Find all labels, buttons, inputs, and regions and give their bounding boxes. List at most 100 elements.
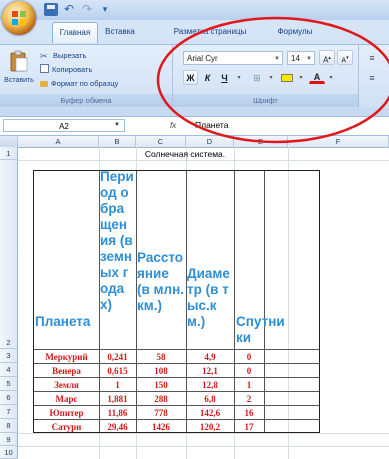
tab-page-layout[interactable]: Разметка страницы [170,22,250,42]
table-cell[interactable]: Земля [34,380,99,390]
fx-icon[interactable]: fx [170,119,176,132]
chevron-down-icon[interactable]: ▾ [267,70,275,85]
cut-button[interactable]: ✂ Вырезать [40,49,86,62]
table-cell[interactable]: 6,8 [186,394,234,404]
ribbon-groups: Вставить ✂ Вырезать Копировать Формат по … [0,44,389,108]
font-size-select[interactable]: 14 ▼ [287,51,315,65]
select-all-corner[interactable] [0,136,18,147]
align-top-icon[interactable]: ≡ [365,50,379,65]
table-cell[interactable]: 4,9 [186,352,234,362]
row-header-1[interactable]: 1 [0,147,18,160]
table-cell[interactable]: 0 [234,366,264,376]
save-icon[interactable] [44,3,58,16]
row-header-8[interactable]: 8 [0,419,18,433]
spreadsheet-grid[interactable]: A B C D E F 1 2 3 4 5 6 7 8 9 10 Солнечн… [0,136,389,459]
font-color-icon[interactable]: A [309,70,325,84]
table-cell[interactable]: 1,881 [99,394,136,404]
table-cell[interactable]: Марс [34,394,99,404]
header-cell-planet[interactable]: Планета [35,314,97,330]
chevron-down-icon[interactable]: ▾ [327,70,335,85]
chevron-down-icon[interactable]: ▼ [114,119,120,132]
name-box[interactable]: A2 [3,119,125,132]
chevron-down-icon[interactable]: ▾ [235,70,243,85]
gridline [18,446,389,447]
table-cell[interactable]: Юпитер [34,408,99,418]
column-header-b[interactable]: B [99,136,136,147]
chevron-down-icon: ▼ [306,56,312,62]
row-header-4[interactable]: 4 [0,363,18,377]
table-cell[interactable]: 1 [234,380,264,390]
table-cell[interactable]: 2 [234,394,264,404]
row-header-5[interactable]: 5 [0,377,18,391]
header-cell-period[interactable]: Период обращения (в земных годах) [100,169,134,313]
table-cell[interactable]: 120,2 [186,422,234,432]
table-cell[interactable]: 0 [234,352,264,362]
table-cell[interactable]: Венера [34,366,99,376]
table-cell[interactable]: 17 [234,422,264,432]
tab-insert[interactable]: Вставка [100,22,140,42]
table-cell[interactable]: 1426 [136,422,186,432]
format-painter-button[interactable]: Формат по образцу [40,77,118,90]
row-header-9[interactable]: 9 [0,433,18,446]
table-cell[interactable]: 150 [136,380,186,390]
formula-input[interactable]: Планета [195,119,228,132]
column-header-c[interactable]: C [136,136,186,147]
table-cell[interactable]: 778 [136,408,186,418]
tab-formulas[interactable]: Формулы [270,22,320,42]
table-cell[interactable]: 58 [136,352,186,362]
gridline [18,433,389,434]
table-rule [33,419,320,420]
title-bar: ↶ ↷ ▾ [0,0,389,20]
underline-button[interactable]: Ч [217,70,232,85]
paste-button[interactable]: Вставить [2,48,36,90]
table-cell[interactable]: 0,241 [99,352,136,362]
table-cell[interactable]: Сатурн [34,422,99,432]
row-header-3[interactable]: 3 [0,349,18,363]
table-cell[interactable]: 142,6 [186,408,234,418]
alignment-group: ≡ ≡ [359,45,389,108]
table-cell[interactable]: 108 [136,366,186,376]
table-rule [33,363,320,364]
row-header-10[interactable]: 10 [0,446,18,459]
fill-color-icon[interactable] [279,70,295,85]
column-header-a[interactable]: A [18,136,99,147]
font-name-select[interactable]: Arial Cyr ▼ [183,51,283,65]
table-cell[interactable]: 12,1 [186,366,234,376]
column-header-e[interactable]: E [234,136,288,147]
header-cell-distance[interactable]: Расстояние (в млн.км.) [137,250,185,314]
shrink-font-button[interactable]: A▾ [337,50,353,65]
table-cell[interactable]: 1 [99,380,136,390]
header-cell-satellites[interactable]: Спутники [236,314,288,346]
column-header-f[interactable]: F [288,136,389,147]
borders-icon[interactable]: ⊞ [249,70,265,85]
column-header-d[interactable]: D [186,136,234,147]
sheet-title-cell[interactable]: Солнечная система. [100,148,270,161]
table-rule [33,377,320,378]
header-cell-diameter[interactable]: Диаметр (в тыс.км.) [187,266,233,330]
tab-home[interactable]: Главная [52,22,98,43]
table-cell[interactable]: 288 [136,394,186,404]
bold-button[interactable]: Ж [183,70,198,85]
table-cell[interactable]: 0,615 [99,366,136,376]
chevron-down-icon[interactable]: ▾ [98,3,112,16]
column-headers: A B C D E F [0,136,389,148]
italic-button[interactable]: К [200,70,215,85]
row-header-2[interactable]: 2 [0,160,18,349]
row-header-7[interactable]: 7 [0,405,18,419]
table-cell[interactable]: 29,46 [99,422,136,432]
redo-icon[interactable]: ↷ [80,3,94,16]
align-left-icon[interactable]: ≡ [365,70,379,85]
scissors-icon: ✂ [40,51,48,61]
table-cell[interactable]: Меркурий [34,352,99,362]
row-header-6[interactable]: 6 [0,391,18,405]
grow-font-button[interactable]: A▴ [319,50,335,65]
table-rule [33,391,320,392]
table-cell[interactable]: 16 [234,408,264,418]
chevron-down-icon[interactable]: ▾ [297,70,305,85]
table-cell[interactable]: 12,8 [186,380,234,390]
undo-icon[interactable]: ↶ [62,3,76,16]
table-cell[interactable]: 11,86 [99,408,136,418]
cut-label: Вырезать [53,51,87,60]
copy-button[interactable]: Копировать [40,63,92,76]
paste-label: Вставить [4,77,34,84]
